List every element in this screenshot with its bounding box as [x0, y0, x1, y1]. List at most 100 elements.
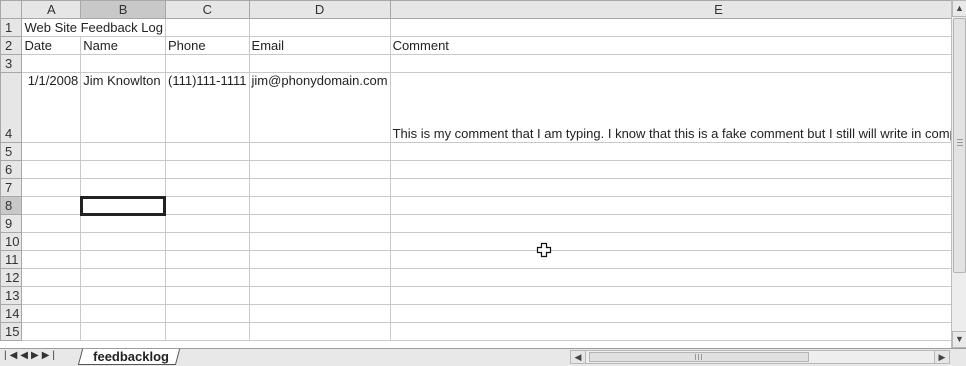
- right-arrow-icon[interactable]: ▶: [934, 351, 949, 363]
- row-header-4[interactable]: 4: [0, 72, 23, 143]
- cell-d7[interactable]: [248, 178, 391, 197]
- cell-c2[interactable]: Phone: [164, 36, 250, 55]
- row-header-8[interactable]: 8: [0, 196, 23, 215]
- cell-a15[interactable]: [21, 322, 82, 341]
- cell-a3[interactable]: [21, 54, 82, 73]
- cell-d3[interactable]: [248, 54, 391, 73]
- cell-c10[interactable]: [164, 232, 250, 251]
- cell-c15[interactable]: [164, 322, 250, 341]
- row-header-10[interactable]: 10: [0, 232, 23, 251]
- row-header-15[interactable]: 15: [0, 322, 23, 341]
- cell-a10[interactable]: [21, 232, 82, 251]
- fill-handle[interactable]: [162, 212, 165, 214]
- cell-d14[interactable]: [248, 304, 391, 323]
- cell-b15[interactable]: [80, 322, 166, 341]
- cell-c3[interactable]: [164, 54, 250, 73]
- cell-e14[interactable]: [389, 304, 951, 323]
- down-arrow-icon[interactable]: ▼: [952, 331, 966, 348]
- prev-sheet-icon[interactable]: ◀: [20, 350, 31, 361]
- last-sheet-icon[interactable]: ▶|: [42, 350, 58, 361]
- horizontal-scroll-thumb[interactable]: [589, 352, 809, 362]
- cell-b2[interactable]: Name: [80, 36, 166, 55]
- cell-c11[interactable]: [164, 250, 250, 269]
- cell-c13[interactable]: [164, 286, 250, 305]
- cell-e13[interactable]: [389, 286, 951, 305]
- next-sheet-icon[interactable]: ▶: [31, 350, 42, 361]
- cell-a5[interactable]: [21, 142, 82, 161]
- horizontal-scrollbar[interactable]: ◀ ▶: [570, 350, 950, 364]
- left-arrow-icon[interactable]: ◀: [571, 351, 586, 363]
- cell-a7[interactable]: [21, 178, 82, 197]
- cell-d10[interactable]: [248, 232, 391, 251]
- cell-e8[interactable]: [389, 196, 951, 215]
- cell-c14[interactable]: [164, 304, 250, 323]
- up-arrow-icon[interactable]: ▲: [952, 0, 966, 17]
- cell-e3[interactable]: [389, 54, 951, 73]
- spreadsheet-grid[interactable]: A B C D E 1 Web Site Feedback Log 2 Date…: [0, 0, 951, 348]
- cell-a12[interactable]: [21, 268, 82, 287]
- cell-e5[interactable]: [389, 142, 951, 161]
- cell-c5[interactable]: [164, 142, 250, 161]
- cell-e2[interactable]: Comment: [389, 36, 951, 55]
- row-header-7[interactable]: 7: [0, 178, 23, 197]
- row-header-6[interactable]: 6: [0, 160, 23, 179]
- cell-b9[interactable]: [80, 214, 166, 233]
- row-header-2[interactable]: 2: [0, 36, 23, 55]
- cell-d8[interactable]: [248, 196, 391, 215]
- cell-b11[interactable]: [80, 250, 166, 269]
- cell-e12[interactable]: [389, 268, 951, 287]
- cell-d13[interactable]: [248, 286, 391, 305]
- row-header-14[interactable]: 14: [0, 304, 23, 323]
- cell-e6[interactable]: [389, 160, 951, 179]
- first-sheet-icon[interactable]: |◀: [4, 350, 20, 361]
- cell-a6[interactable]: [21, 160, 82, 179]
- cell-e9[interactable]: [389, 214, 951, 233]
- cell-a1[interactable]: Web Site Feedback Log: [21, 18, 166, 37]
- cell-b13[interactable]: [80, 286, 166, 305]
- cell-b3[interactable]: [80, 54, 166, 73]
- row-header-11[interactable]: 11: [0, 250, 23, 269]
- cell-b10[interactable]: [80, 232, 166, 251]
- cell-e11[interactable]: [389, 250, 951, 269]
- column-header-b[interactable]: B: [80, 0, 166, 19]
- cell-d11[interactable]: [248, 250, 391, 269]
- cell-b4[interactable]: Jim Knowlton: [80, 72, 166, 143]
- cell-c9[interactable]: [164, 214, 250, 233]
- cell-c4[interactable]: (111)111-1111: [164, 72, 250, 143]
- cell-a2[interactable]: Date: [21, 36, 82, 55]
- cell-d15[interactable]: [248, 322, 391, 341]
- cell-d9[interactable]: [248, 214, 391, 233]
- cell-b14[interactable]: [80, 304, 166, 323]
- cell-a13[interactable]: [21, 286, 82, 305]
- cell-d1[interactable]: [248, 18, 391, 37]
- cell-d12[interactable]: [248, 268, 391, 287]
- cell-c6[interactable]: [164, 160, 250, 179]
- row-header-5[interactable]: 5: [0, 142, 23, 161]
- row-header-1[interactable]: 1: [0, 18, 23, 37]
- row-header-12[interactable]: 12: [0, 268, 23, 287]
- cell-c12[interactable]: [164, 268, 250, 287]
- cell-b7[interactable]: [80, 178, 166, 197]
- cell-d6[interactable]: [248, 160, 391, 179]
- row-header-9[interactable]: 9: [0, 214, 23, 233]
- row-header-13[interactable]: 13: [0, 286, 23, 305]
- cell-e15[interactable]: [389, 322, 951, 341]
- cell-b12[interactable]: [80, 268, 166, 287]
- cell-a11[interactable]: [21, 250, 82, 269]
- cell-e10[interactable]: [389, 232, 951, 251]
- column-header-c[interactable]: C: [164, 0, 250, 19]
- cell-c1[interactable]: [164, 18, 250, 37]
- row-header-3[interactable]: 3: [0, 54, 23, 73]
- column-header-d[interactable]: D: [248, 0, 391, 19]
- column-header-e[interactable]: E: [389, 0, 951, 19]
- select-all-corner[interactable]: [0, 0, 23, 19]
- vertical-scrollbar[interactable]: ▲ ▼: [951, 0, 966, 348]
- column-header-a[interactable]: A: [21, 0, 82, 19]
- cell-c7[interactable]: [164, 178, 250, 197]
- cell-e4[interactable]: This is my comment that I am typing. I k…: [389, 72, 951, 143]
- cell-b6[interactable]: [80, 160, 166, 179]
- sheet-tab-feedbacklog[interactable]: feedbacklog: [77, 349, 181, 365]
- cell-d4[interactable]: jim@phonydomain.com: [248, 72, 391, 143]
- cell-d2[interactable]: Email: [248, 36, 391, 55]
- cell-d5[interactable]: [248, 142, 391, 161]
